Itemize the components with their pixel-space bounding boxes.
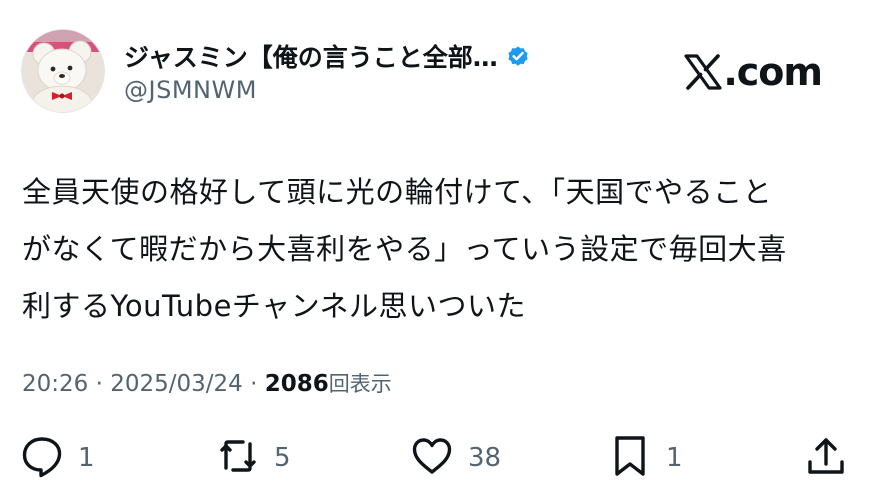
- heart-icon: [410, 434, 454, 482]
- reply-count: 1: [78, 443, 95, 473]
- x-logo-icon: [684, 54, 722, 90]
- display-name[interactable]: ジャスミン【俺の言うこと全部…: [124, 38, 498, 74]
- share-button[interactable]: [804, 430, 848, 486]
- tweet-text-line: 利するYouTubeチャンネル思いついた: [22, 289, 527, 323]
- brand-logo: .com: [684, 50, 823, 94]
- tweet-date[interactable]: 2025/03/24: [110, 371, 243, 397]
- views-label: 回表示: [328, 372, 392, 396]
- handle[interactable]: @JSMNWM: [124, 76, 257, 104]
- reply-icon: [20, 434, 64, 482]
- meta-separator: ·: [95, 371, 103, 397]
- action-bar: 1 5 38 1: [0, 430, 870, 486]
- like-button[interactable]: 38: [410, 430, 501, 486]
- meta-separator: ·: [250, 371, 258, 397]
- bookmark-icon: [608, 434, 652, 482]
- bookmark-button[interactable]: 1: [608, 430, 683, 486]
- brand-suffix: .com: [723, 50, 823, 94]
- tweet-text: 全員天使の格好して頭に光の輪付けて、「天国でやること がなくて暇だから大喜利をや…: [22, 164, 848, 335]
- tweet-text-line: がなくて暇だから大喜利をやる」っていう設定で毎回大喜: [22, 232, 787, 266]
- views-count: 2086: [264, 371, 329, 397]
- avatar[interactable]: [22, 30, 104, 112]
- teddy-bear-avatar-icon: [22, 30, 104, 112]
- retweet-icon: [216, 434, 260, 482]
- share-icon: [804, 434, 848, 482]
- reply-button[interactable]: 1: [20, 430, 95, 486]
- display-name-row: ジャスミン【俺の言うこと全部…: [124, 38, 530, 74]
- retweet-button[interactable]: 5: [216, 430, 291, 486]
- tweet-meta: 20:26 · 2025/03/24 · 2086回表示: [22, 368, 392, 398]
- bookmark-count: 1: [666, 443, 683, 473]
- verified-check-icon: [506, 44, 530, 68]
- like-count: 38: [468, 443, 502, 473]
- tweet-text-line: 全員天使の格好して頭に光の輪付けて、「天国でやること: [22, 175, 773, 209]
- tweet-time[interactable]: 20:26: [22, 371, 88, 397]
- retweet-count: 5: [274, 443, 291, 473]
